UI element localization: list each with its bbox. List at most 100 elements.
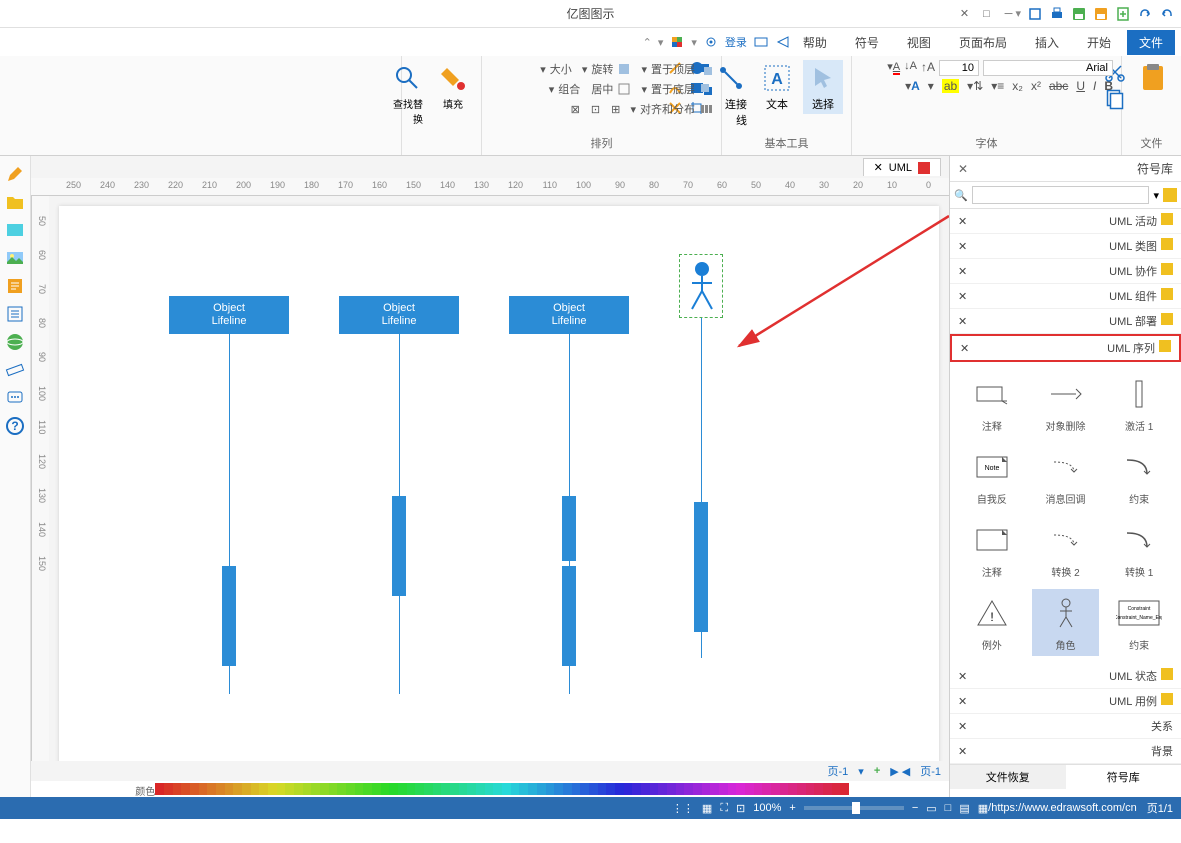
font-color2-icon[interactable]: A▾	[905, 79, 920, 93]
undo-icon[interactable]	[1159, 6, 1175, 22]
cat-uml-activity[interactable]: UML 活动✕	[950, 209, 1181, 234]
maximize-button[interactable]: □	[979, 7, 993, 21]
color-swatch[interactable]	[624, 783, 633, 795]
italic-button[interactable]: I	[1093, 79, 1096, 93]
shape-constraint2[interactable]: Constraint{Constraint_Name_Exp}约束	[1105, 589, 1173, 656]
underline-button[interactable]: U	[1076, 79, 1085, 93]
color-swatch[interactable]	[580, 783, 589, 795]
color-swatch[interactable]	[459, 783, 468, 795]
color-swatch[interactable]	[268, 783, 277, 795]
lifeline-1[interactable]: Object Lifeline	[169, 296, 289, 334]
tab-file[interactable]: 文件	[1127, 30, 1175, 55]
color-swatch[interactable]	[546, 783, 555, 795]
send-back-button[interactable]: 置于底层▾ 居中 组合▾	[549, 80, 713, 98]
new-icon[interactable]	[1115, 6, 1131, 22]
shape-constraint1[interactable]: 约束	[1105, 443, 1173, 510]
image-icon[interactable]	[5, 248, 25, 268]
bullets-icon[interactable]: ≡▾	[991, 79, 1004, 93]
color-swatch[interactable]	[676, 783, 685, 795]
color-swatch[interactable]	[832, 783, 841, 795]
shape-callback[interactable]: 消息回调	[1032, 443, 1100, 510]
color-swatch[interactable]	[363, 783, 372, 795]
color-swatch[interactable]	[415, 783, 424, 795]
color-swatch[interactable]	[320, 783, 329, 795]
globe-icon[interactable]	[5, 332, 25, 352]
color-swatch[interactable]	[216, 783, 225, 795]
refresh-icon[interactable]	[1027, 6, 1043, 22]
color-swatch[interactable]	[710, 783, 719, 795]
color-swatch[interactable]	[641, 783, 650, 795]
color-swatch[interactable]	[780, 783, 789, 795]
page-nav[interactable]: 页-1	[920, 763, 941, 779]
color-swatch[interactable]	[598, 783, 607, 795]
font-color-icon[interactable]: A▾	[887, 60, 900, 76]
tab-start[interactable]: 开始	[1075, 30, 1123, 55]
pencil-icon[interactable]	[5, 164, 25, 184]
color-swatch[interactable]	[190, 783, 199, 795]
help-icon[interactable]: ?	[5, 416, 25, 436]
zoom-out-button[interactable]: −	[912, 802, 918, 814]
color-swatch[interactable]	[242, 783, 251, 795]
color-swatch[interactable]	[398, 783, 407, 795]
folder-icon[interactable]	[5, 192, 25, 212]
color-swatch[interactable]	[745, 783, 754, 795]
text-tool[interactable]: A 文本	[757, 60, 797, 114]
lookup-button[interactable]: 查找替换	[387, 60, 427, 128]
align-distribute-button[interactable]: 对齐和分布▾ ⊞ ⊡ ⊠	[571, 100, 713, 118]
color-swatch[interactable]	[693, 783, 702, 795]
color-swatch[interactable]	[346, 783, 355, 795]
save-green-icon[interactable]	[1071, 6, 1087, 22]
color-swatch[interactable]	[728, 783, 737, 795]
increase-font-icon[interactable]: A↑	[921, 60, 935, 76]
bold-button[interactable]: B	[1104, 79, 1113, 93]
color-swatch[interactable]	[233, 783, 242, 795]
share-icon[interactable]	[775, 34, 791, 50]
save-icon[interactable]	[1093, 6, 1109, 22]
highlight-icon[interactable]: ab	[942, 79, 959, 93]
cat-uml-usecase[interactable]: UML 用例✕	[950, 689, 1181, 714]
color-swatch[interactable]	[806, 783, 815, 795]
cat-uml-class[interactable]: UML 类图✕	[950, 234, 1181, 259]
color-swatch[interactable]	[285, 783, 294, 795]
strike-button[interactable]: abc	[1049, 79, 1068, 93]
color-swatch[interactable]	[433, 783, 442, 795]
color-swatch[interactable]	[606, 783, 615, 795]
cat-uml-collab[interactable]: UML 协作✕	[950, 259, 1181, 284]
library-icon[interactable]	[1163, 188, 1177, 202]
color-swatch[interactable]	[424, 783, 433, 795]
shape-actor[interactable]: 角色	[1032, 589, 1100, 656]
color-swatch[interactable]	[441, 783, 450, 795]
color-swatch[interactable]	[225, 783, 234, 795]
color-swatch[interactable]	[173, 783, 182, 795]
color-swatch[interactable]	[311, 783, 320, 795]
color-swatch[interactable]	[632, 783, 641, 795]
shape-note1[interactable]: 注释	[958, 370, 1026, 437]
color-swatch[interactable]	[381, 783, 390, 795]
spacing-icon[interactable]: ⇅▾	[967, 79, 983, 93]
color-swatch[interactable]	[502, 783, 511, 795]
tab-view[interactable]: 视图	[895, 30, 943, 55]
color-swatch[interactable]	[329, 783, 338, 795]
shape-exception[interactable]: !例外	[958, 589, 1026, 656]
search-icon[interactable]: 🔍	[954, 189, 968, 202]
color-swatch[interactable]	[667, 783, 676, 795]
doc-tab-close-icon[interactable]: ✕	[874, 161, 883, 174]
grid-icon[interactable]: ▦	[702, 802, 712, 815]
gear-icon[interactable]	[703, 34, 719, 50]
color-swatch[interactable]	[251, 783, 260, 795]
pf-tab-library[interactable]: 符号库	[1066, 765, 1181, 789]
fill-button[interactable]: 填充	[433, 60, 473, 113]
doc-tab-uml[interactable]: UML ✕	[863, 158, 941, 176]
actor-lifeline[interactable]	[679, 254, 723, 658]
text-block-icon[interactable]	[5, 276, 25, 296]
color-swatch[interactable]	[164, 783, 173, 795]
select-tool[interactable]: 选择	[803, 60, 843, 114]
color-swatch[interactable]	[589, 783, 598, 795]
shape-trans2[interactable]: 转换 2	[1032, 516, 1100, 583]
color-swatch[interactable]	[467, 783, 476, 795]
fill-rect-icon[interactable]	[5, 220, 25, 240]
color-swatch[interactable]	[736, 783, 745, 795]
color-swatch[interactable]	[303, 783, 312, 795]
color-swatch[interactable]	[814, 783, 823, 795]
page-current[interactable]: 页-1	[828, 763, 849, 779]
